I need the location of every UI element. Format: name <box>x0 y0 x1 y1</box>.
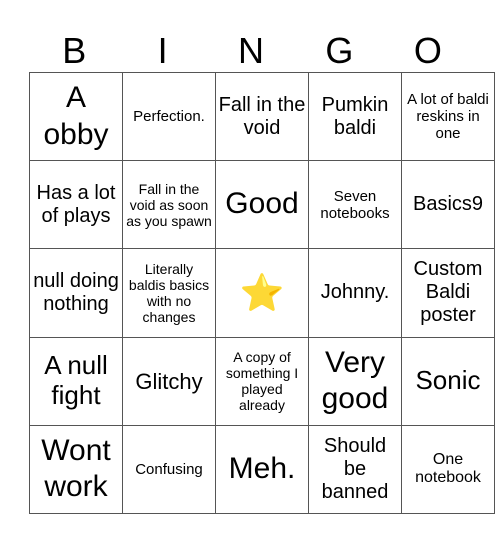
bingo-cell[interactable]: Seven notebooks <box>308 160 402 250</box>
bingo-cell[interactable]: Johnny. <box>308 248 402 338</box>
bingo-cell[interactable]: Has a lot of plays <box>29 160 123 250</box>
header-letter-o: O <box>413 30 442 71</box>
bingo-cell[interactable]: Fall in the void <box>215 71 309 162</box>
bingo-cell[interactable]: Pumkin baldi <box>308 71 402 162</box>
bingo-cell[interactable]: A null fight <box>29 336 123 426</box>
bingo-cell[interactable]: Fall in the void as soon as you spawn <box>122 160 216 250</box>
bingo-cell[interactable]: Should be banned <box>308 424 402 515</box>
bingo-cell[interactable]: Basics9 <box>401 160 495 250</box>
bingo-cell[interactable]: Custom Baldi poster <box>401 248 495 338</box>
bingo-cell[interactable]: A lot of baldi reskins in one <box>401 71 495 162</box>
header-letter-n: N <box>238 30 265 71</box>
bingo-cell[interactable]: Sonic <box>401 336 495 426</box>
bingo-cell[interactable]: Confusing <box>122 424 216 515</box>
free-space-star-icon[interactable]: ⭐ <box>215 248 309 338</box>
bingo-cell[interactable]: Very good <box>308 336 402 426</box>
bingo-cell[interactable]: Good <box>215 160 309 250</box>
board-row: A obby Perfection. Fall in the void Pumk… <box>29 71 495 162</box>
header-letter-g: G <box>325 30 354 71</box>
bingo-cell[interactable]: One notebook <box>401 424 495 515</box>
bingo-cell[interactable]: Wont work <box>29 424 123 515</box>
bingo-cell[interactable]: A copy of something I played already <box>215 336 309 426</box>
bingo-cell[interactable]: Perfection. <box>122 71 216 162</box>
header-letter-i: I <box>157 30 168 71</box>
bingo-board: A obby Perfection. Fall in the void Pumk… <box>29 71 495 515</box>
bingo-cell[interactable]: Meh. <box>215 424 309 515</box>
board-row: Wont work Confusing Meh. Should be banne… <box>29 424 495 515</box>
bingo-cell[interactable]: Glitchy <box>122 336 216 426</box>
board-row: A null fight Glitchy A copy of something… <box>29 336 495 426</box>
bingo-cell[interactable]: Literally baldis basics with no changes <box>122 248 216 338</box>
bingo-cell[interactable]: A obby <box>29 71 123 162</box>
board-row: Has a lot of plays Fall in the void as s… <box>29 160 495 250</box>
header-letter-b: B <box>62 30 87 71</box>
bingo-header: B I N G O <box>30 30 472 72</box>
bingo-cell[interactable]: null doing nothing <box>29 248 123 338</box>
board-row: null doing nothing Literally baldis basi… <box>29 248 495 338</box>
